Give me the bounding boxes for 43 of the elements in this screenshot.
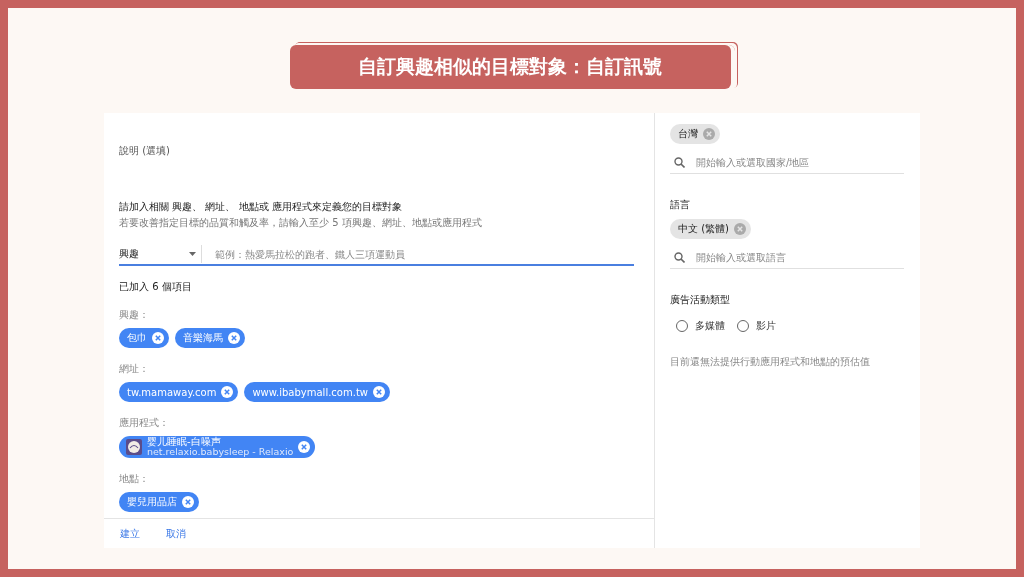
remove-icon[interactable] <box>152 332 164 344</box>
group-label: 地點： <box>119 472 150 486</box>
group-label: 網址： <box>119 362 150 376</box>
instruction-text: 請加入相關 興趣、 網址、 地點或 應用程式來定義您的目標對象 <box>119 200 403 214</box>
app-chip[interactable]: 婴儿睡眠-白噪声 net.relaxio.babysleep - Relaxio <box>119 436 316 458</box>
added-count: 已加入 6 個項目 <box>119 280 193 294</box>
remove-icon[interactable] <box>703 128 715 140</box>
app-package: net.relaxio.babysleep - Relaxio <box>147 447 294 457</box>
remove-icon[interactable] <box>373 386 385 398</box>
search-field[interactable]: 開始輸入或選取國家/地區 <box>694 155 904 169</box>
caret-icon <box>189 252 196 256</box>
selected-chip[interactable]: tw.mamaway.com <box>119 382 239 402</box>
remove-icon[interactable] <box>298 441 311 453</box>
remove-icon[interactable] <box>221 386 234 398</box>
remove-icon[interactable] <box>182 496 194 508</box>
group-label: 應用程式： <box>119 416 170 430</box>
dropdown-value: 興趣 <box>119 247 139 261</box>
search-field[interactable]: 開始輸入或選取語言 <box>694 250 904 264</box>
remove-icon[interactable] <box>734 223 746 235</box>
section-label: 廣告活動類型 <box>670 293 731 307</box>
type-dropdown[interactable]: 興趣 <box>119 245 202 263</box>
remove-icon[interactable] <box>228 332 240 344</box>
group-label: 興趣： <box>119 308 150 322</box>
input-row[interactable]: 興趣 範例：熱愛馬拉松的跑者、鐵人三項運動員 <box>119 244 634 266</box>
text-button[interactable]: 建立 <box>112 523 148 544</box>
radio-option[interactable]: 多媒體 <box>676 319 725 333</box>
hint-text: 若要改善指定目標的品質和觸及率，請輸入至少 5 項興趣、網址、地點或應用程式 <box>119 216 483 230</box>
selected-chip[interactable]: 嬰兒用品店 <box>119 492 199 512</box>
description-label: 說明 (選填) <box>119 144 171 158</box>
text-button[interactable]: 取消 <box>158 523 194 544</box>
search-icon <box>674 156 685 168</box>
selected-chip[interactable]: www.ibabymall.com.tw <box>244 382 390 402</box>
app-icon <box>126 439 142 455</box>
search-icon <box>674 251 685 263</box>
selected-chip[interactable]: 中文 (繁體) <box>670 219 751 239</box>
section-label: 語言 <box>670 198 691 212</box>
radio-option[interactable]: 影片 <box>737 319 776 333</box>
app-name: 婴儿睡眠-白噪声 <box>147 437 221 447</box>
slide-title: 自訂興趣相似的目標對象：自訂訊號 <box>358 54 662 79</box>
note-text: 目前還無法提供行動應用程式和地點的預估值 <box>670 355 871 369</box>
selected-chip[interactable]: 音樂海馬 <box>175 328 245 348</box>
selected-chip[interactable]: 包巾 <box>119 328 169 348</box>
selected-chip[interactable]: 台灣 <box>670 124 720 144</box>
